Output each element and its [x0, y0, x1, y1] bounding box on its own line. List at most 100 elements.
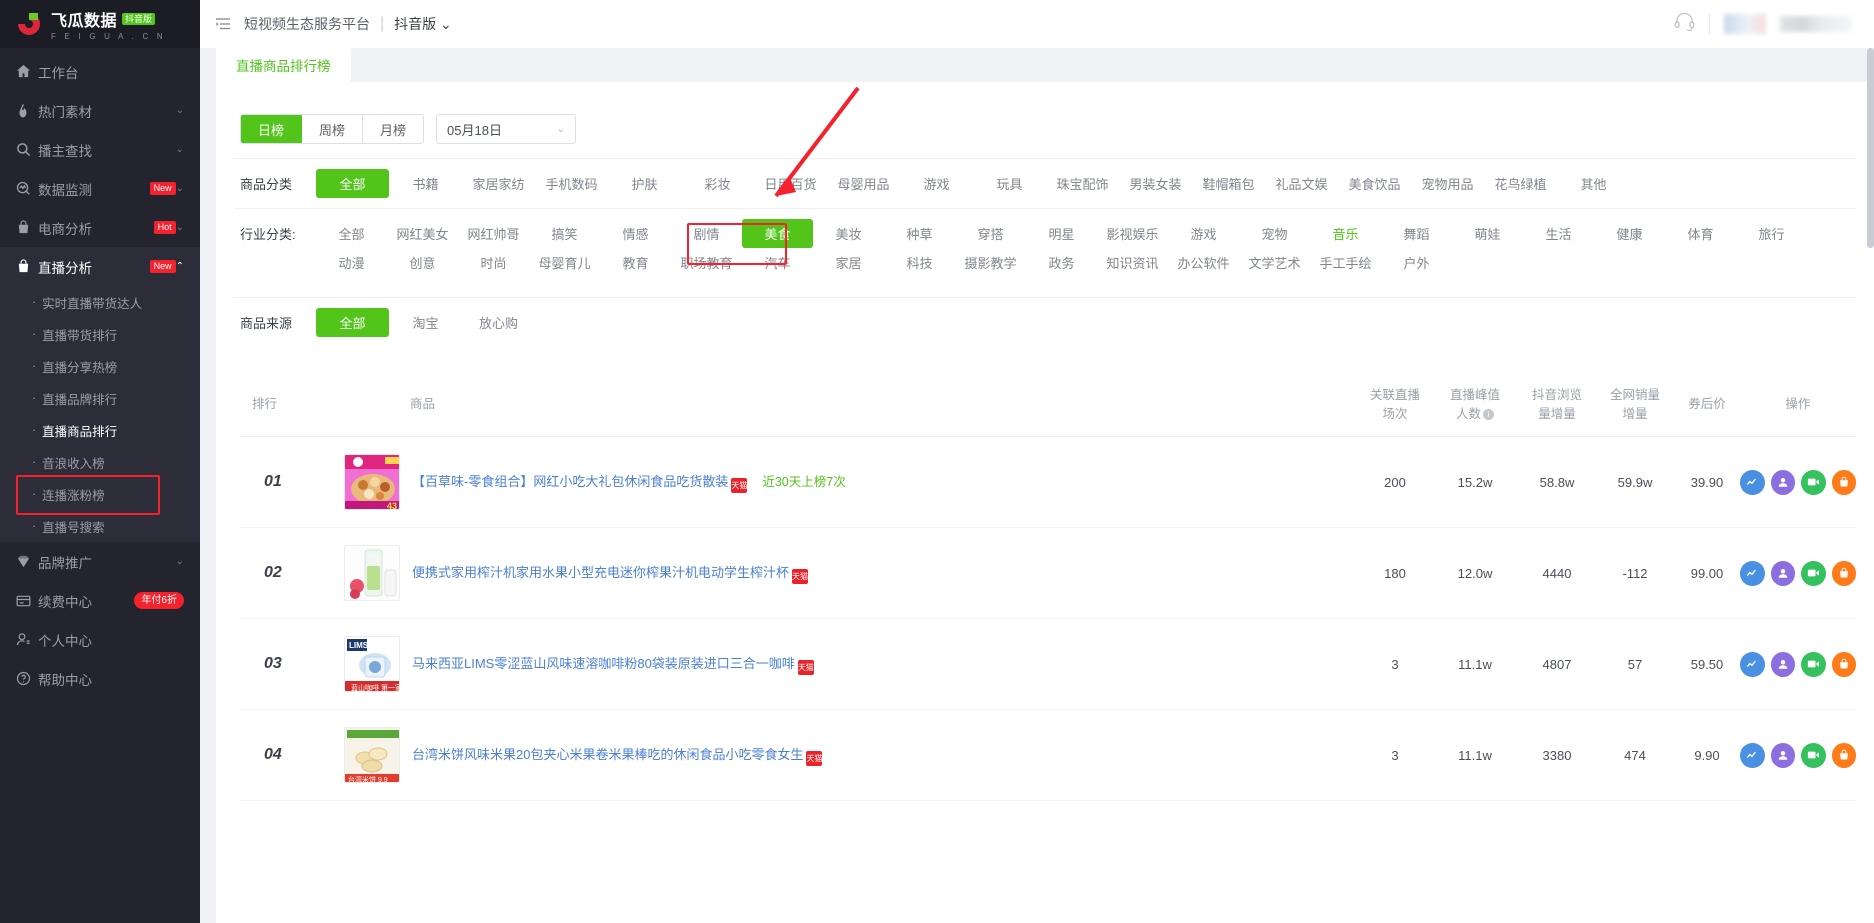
industry-option-technology[interactable]: 科技: [884, 248, 955, 277]
shop-icon[interactable]: [1831, 469, 1856, 495]
period-weekly-button[interactable]: 周榜: [302, 115, 364, 143]
product-name-link[interactable]: 便携式家用榨汁机家用水果小型充电迷你榨果汁机电动学生榨汁杯: [412, 565, 789, 580]
sidebar-subitem-live-sales-rank[interactable]: 直播带货排行: [0, 318, 200, 350]
sidebar-subitem-live-share-hot[interactable]: 直播分享热榜: [0, 350, 200, 382]
industry-option-anime[interactable]: 动漫: [316, 248, 387, 277]
industry-option-health[interactable]: 健康: [1594, 219, 1665, 248]
trend-chart-icon[interactable]: [1740, 560, 1765, 586]
industry-option-games[interactable]: 游戏: [1168, 219, 1239, 248]
category-option-maternal-baby[interactable]: 母婴用品: [827, 169, 900, 198]
author-icon[interactable]: [1770, 560, 1795, 586]
industry-option-career-education[interactable]: 职场教育: [671, 248, 742, 277]
period-monthly-button[interactable]: 月榜: [363, 115, 424, 143]
industry-option-outfit[interactable]: 穿搭: [955, 219, 1026, 248]
headset-icon[interactable]: [1674, 12, 1695, 36]
table-row[interactable]: 02 便携式家用榨汁机家用水果小型充电迷你榨果汁机电动学生榨汁杯 天猫 180 …: [240, 528, 1856, 619]
sidebar-subitem-fan-growth[interactable]: 连播涨粉榜: [0, 478, 200, 510]
sidebar-item-anchor-search[interactable]: 播主查找 ⌄: [0, 130, 200, 169]
sidebar-subitem-live-brand-rank[interactable]: 直播品牌排行: [0, 382, 200, 414]
industry-option-beauty[interactable]: 美妆: [813, 219, 884, 248]
industry-option-fashion[interactable]: 时尚: [458, 248, 529, 277]
industry-option-drama[interactable]: 剧情: [671, 219, 742, 248]
category-option-mobile-digital[interactable]: 手机数码: [535, 169, 608, 198]
table-row[interactable]: 03 LIMS 蓝山咖啡 第一家 马来西亚LIMS零涩蓝山风味速溶咖啡粉80袋装…: [240, 619, 1856, 710]
industry-option-life[interactable]: 生活: [1523, 219, 1594, 248]
industry-option-travel[interactable]: 旅行: [1736, 219, 1807, 248]
source-option-all[interactable]: 全部: [316, 308, 389, 337]
category-option-flowers-plants[interactable]: 花鸟绿植: [1484, 169, 1557, 198]
category-option-clothing[interactable]: 男装女装: [1119, 169, 1192, 198]
menu-collapse-icon[interactable]: [214, 15, 232, 33]
sidebar-item-help-center[interactable]: 帮助中心: [0, 659, 200, 698]
category-option-daily-goods[interactable]: 日用百货: [754, 169, 827, 198]
sidebar-subitem-yinlang-income[interactable]: 音浪收入榜: [0, 446, 200, 478]
industry-option-dance[interactable]: 舞蹈: [1381, 219, 1452, 248]
category-option-makeup[interactable]: 彩妆: [681, 169, 754, 198]
trend-chart-icon[interactable]: [1740, 651, 1765, 677]
industry-option-outdoor[interactable]: 户外: [1381, 248, 1452, 277]
category-option-games[interactable]: 游戏: [900, 169, 973, 198]
category-option-jewelry[interactable]: 珠宝配饰: [1046, 169, 1119, 198]
industry-option-music[interactable]: 音乐: [1310, 219, 1381, 248]
source-option-taobao[interactable]: 淘宝: [389, 308, 462, 337]
sidebar-item-ecommerce-analysis[interactable]: 电商分析 Hot ⌄: [0, 208, 200, 247]
date-picker[interactable]: 05月18日 ⌄: [436, 114, 577, 144]
category-option-shoes-bags[interactable]: 鞋帽箱包: [1192, 169, 1265, 198]
industry-option-all[interactable]: 全部: [316, 219, 387, 248]
brand-header[interactable]: 飞瓜数据 抖音版 F E I G U A . C N: [0, 0, 200, 48]
sidebar-subitem-live-account-search[interactable]: 直播号搜索: [0, 510, 200, 542]
category-option-pet-supplies[interactable]: 宠物用品: [1411, 169, 1484, 198]
author-icon[interactable]: [1770, 469, 1795, 495]
version-switcher[interactable]: 抖音版 ⌄: [394, 14, 452, 34]
industry-option-net-beauty[interactable]: 网红美女: [387, 219, 458, 248]
video-play-icon[interactable]: [1801, 651, 1826, 677]
tab-live-product-rank[interactable]: 直播商品排行榜: [216, 48, 351, 82]
category-option-toys[interactable]: 玩具: [973, 169, 1046, 198]
category-option-home-textiles[interactable]: 家居家纺: [462, 169, 535, 198]
product-name-link[interactable]: 马来西亚LIMS零涩蓝山风味速溶咖啡粉80袋装原装进口三合一咖啡: [412, 656, 795, 671]
industry-option-sports[interactable]: 体育: [1665, 219, 1736, 248]
sidebar-subitem-realtime-hosts[interactable]: 实时直播带货达人: [0, 286, 200, 318]
sidebar-item-workbench[interactable]: 工作台: [0, 52, 200, 91]
product-name-link[interactable]: 【百草味-零食组合】网红小吃大礼包休闲食品吃货散装: [412, 474, 728, 489]
video-play-icon[interactable]: [1801, 560, 1826, 586]
sidebar-item-live-analysis[interactable]: 直播分析 New ⌃: [0, 247, 200, 286]
shop-icon[interactable]: [1831, 742, 1856, 768]
industry-option-office-software[interactable]: 办公软件: [1168, 248, 1239, 277]
category-option-gifts-culture[interactable]: 礼品文娱: [1265, 169, 1338, 198]
industry-option-handcraft[interactable]: 手工手绘: [1310, 248, 1381, 277]
industry-option-cute-kids[interactable]: 萌娃: [1452, 219, 1523, 248]
category-option-other[interactable]: 其他: [1557, 169, 1630, 198]
industry-option-knowledge[interactable]: 知识资讯: [1097, 248, 1168, 277]
page-scrollbar[interactable]: [1867, 48, 1874, 248]
industry-option-celebrity[interactable]: 明星: [1026, 219, 1097, 248]
industry-option-planting[interactable]: 种草: [884, 219, 955, 248]
industry-option-home[interactable]: 家居: [813, 248, 884, 277]
sidebar-item-brand-promotion[interactable]: 品牌推广 ⌄: [0, 542, 200, 581]
category-option-food-drink[interactable]: 美食饮品: [1338, 169, 1411, 198]
product-thumbnail[interactable]: 43: [344, 454, 400, 510]
sidebar-item-renewal-center[interactable]: 续费中心 年付6折: [0, 581, 200, 620]
category-option-all[interactable]: 全部: [316, 169, 389, 198]
industry-option-pets[interactable]: 宠物: [1239, 219, 1310, 248]
table-row[interactable]: 04 台湾米饼 9.9 台湾米饼风味米果20包夹心米果卷米果棒吃的休闲食品小吃零…: [240, 710, 1856, 801]
category-option-books[interactable]: 书籍: [389, 169, 462, 198]
industry-option-photography[interactable]: 摄影教学: [955, 248, 1026, 277]
industry-option-maternal-parenting[interactable]: 母婴育儿: [529, 248, 600, 277]
video-play-icon[interactable]: [1801, 469, 1826, 495]
industry-option-literature-art[interactable]: 文学艺术: [1239, 248, 1310, 277]
industry-option-net-handsome[interactable]: 网红帅哥: [458, 219, 529, 248]
industry-option-film-entertainment[interactable]: 影视娱乐: [1097, 219, 1168, 248]
product-name-link[interactable]: 台湾米饼风味米果20包夹心米果卷米果棒吃的休闲食品小吃零食女生: [412, 747, 803, 762]
username-label[interactable]: [1780, 16, 1852, 32]
sidebar-subitem-live-product-rank[interactable]: 直播商品排行: [0, 414, 200, 446]
trend-chart-icon[interactable]: [1740, 742, 1765, 768]
shop-icon[interactable]: [1831, 651, 1856, 677]
author-icon[interactable]: [1770, 742, 1795, 768]
product-thumbnail[interactable]: 台湾米饼 9.9: [344, 727, 400, 783]
industry-option-emotion[interactable]: 情感: [600, 219, 671, 248]
shop-icon[interactable]: [1831, 560, 1856, 586]
product-thumbnail[interactable]: LIMS 蓝山咖啡 第一家: [344, 636, 400, 692]
sidebar-item-data-monitor[interactable]: 数据监测 New ⌄: [0, 169, 200, 208]
sidebar-item-personal-center[interactable]: 个人中心: [0, 620, 200, 659]
